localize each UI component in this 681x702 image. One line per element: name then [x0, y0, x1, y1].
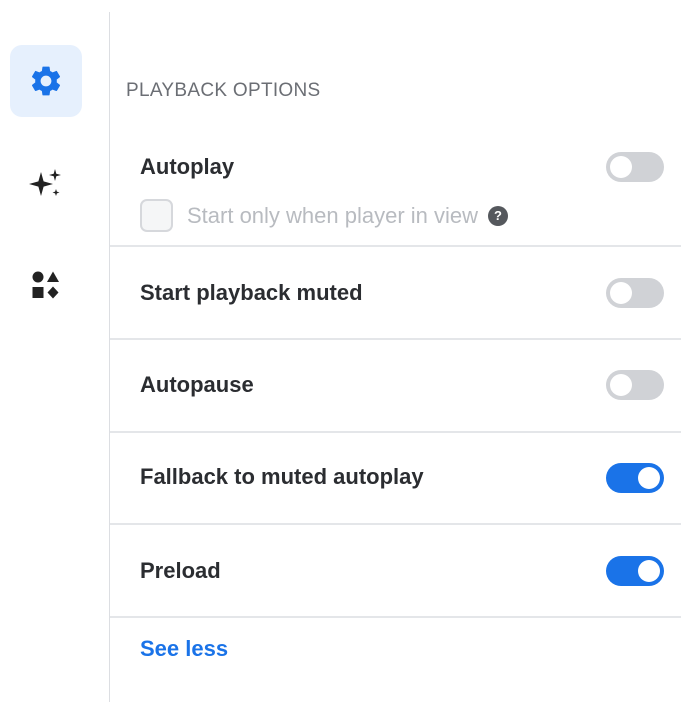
- setting-label: Start playback muted: [140, 280, 363, 305]
- toggle-knob: [638, 467, 660, 489]
- shapes-icon: [26, 265, 66, 305]
- toggle-knob: [610, 156, 632, 178]
- preload-toggle[interactable]: [606, 556, 664, 586]
- fallback-muted-toggle[interactable]: [606, 463, 664, 493]
- sparkles-icon: [26, 164, 66, 204]
- setting-label: Fallback to muted autoplay: [140, 464, 424, 489]
- settings-content: PLAYBACK OPTIONS Autoplay Start only whe…: [110, 0, 681, 702]
- start-in-view-option: Start only when player in view ?: [140, 199, 509, 232]
- sidebar-item-widgets[interactable]: [10, 249, 82, 321]
- sidebar: [0, 0, 110, 702]
- autoplay-toggle[interactable]: [606, 152, 664, 182]
- start-in-view-checkbox[interactable]: [140, 199, 173, 232]
- gear-icon: [28, 63, 64, 99]
- setting-label: Preload: [140, 558, 221, 583]
- setting-row-fallback-muted: Fallback to muted autoplay: [110, 433, 681, 525]
- toggle-knob: [638, 560, 660, 582]
- see-less-link[interactable]: See less: [140, 636, 228, 662]
- start-in-view-label: Start only when player in view: [187, 202, 479, 228]
- setting-row-start-muted: Start playback muted: [110, 247, 681, 340]
- autopause-toggle[interactable]: [606, 370, 664, 400]
- sidebar-item-settings[interactable]: [10, 45, 82, 117]
- setting-row-preload: Preload: [110, 525, 681, 618]
- help-icon[interactable]: ?: [488, 205, 509, 226]
- sidebar-item-effects[interactable]: [10, 148, 82, 220]
- setting-label: Autopause: [140, 372, 254, 397]
- section-title: PLAYBACK OPTIONS: [126, 80, 321, 101]
- toggle-knob: [610, 374, 632, 396]
- playback-settings-panel: PLAYBACK OPTIONS Autoplay Start only whe…: [0, 0, 681, 702]
- setting-row-autopause: Autopause: [110, 340, 681, 433]
- setting-label: Autoplay: [140, 154, 235, 179]
- toggle-knob: [610, 282, 632, 304]
- start-muted-toggle[interactable]: [606, 278, 664, 308]
